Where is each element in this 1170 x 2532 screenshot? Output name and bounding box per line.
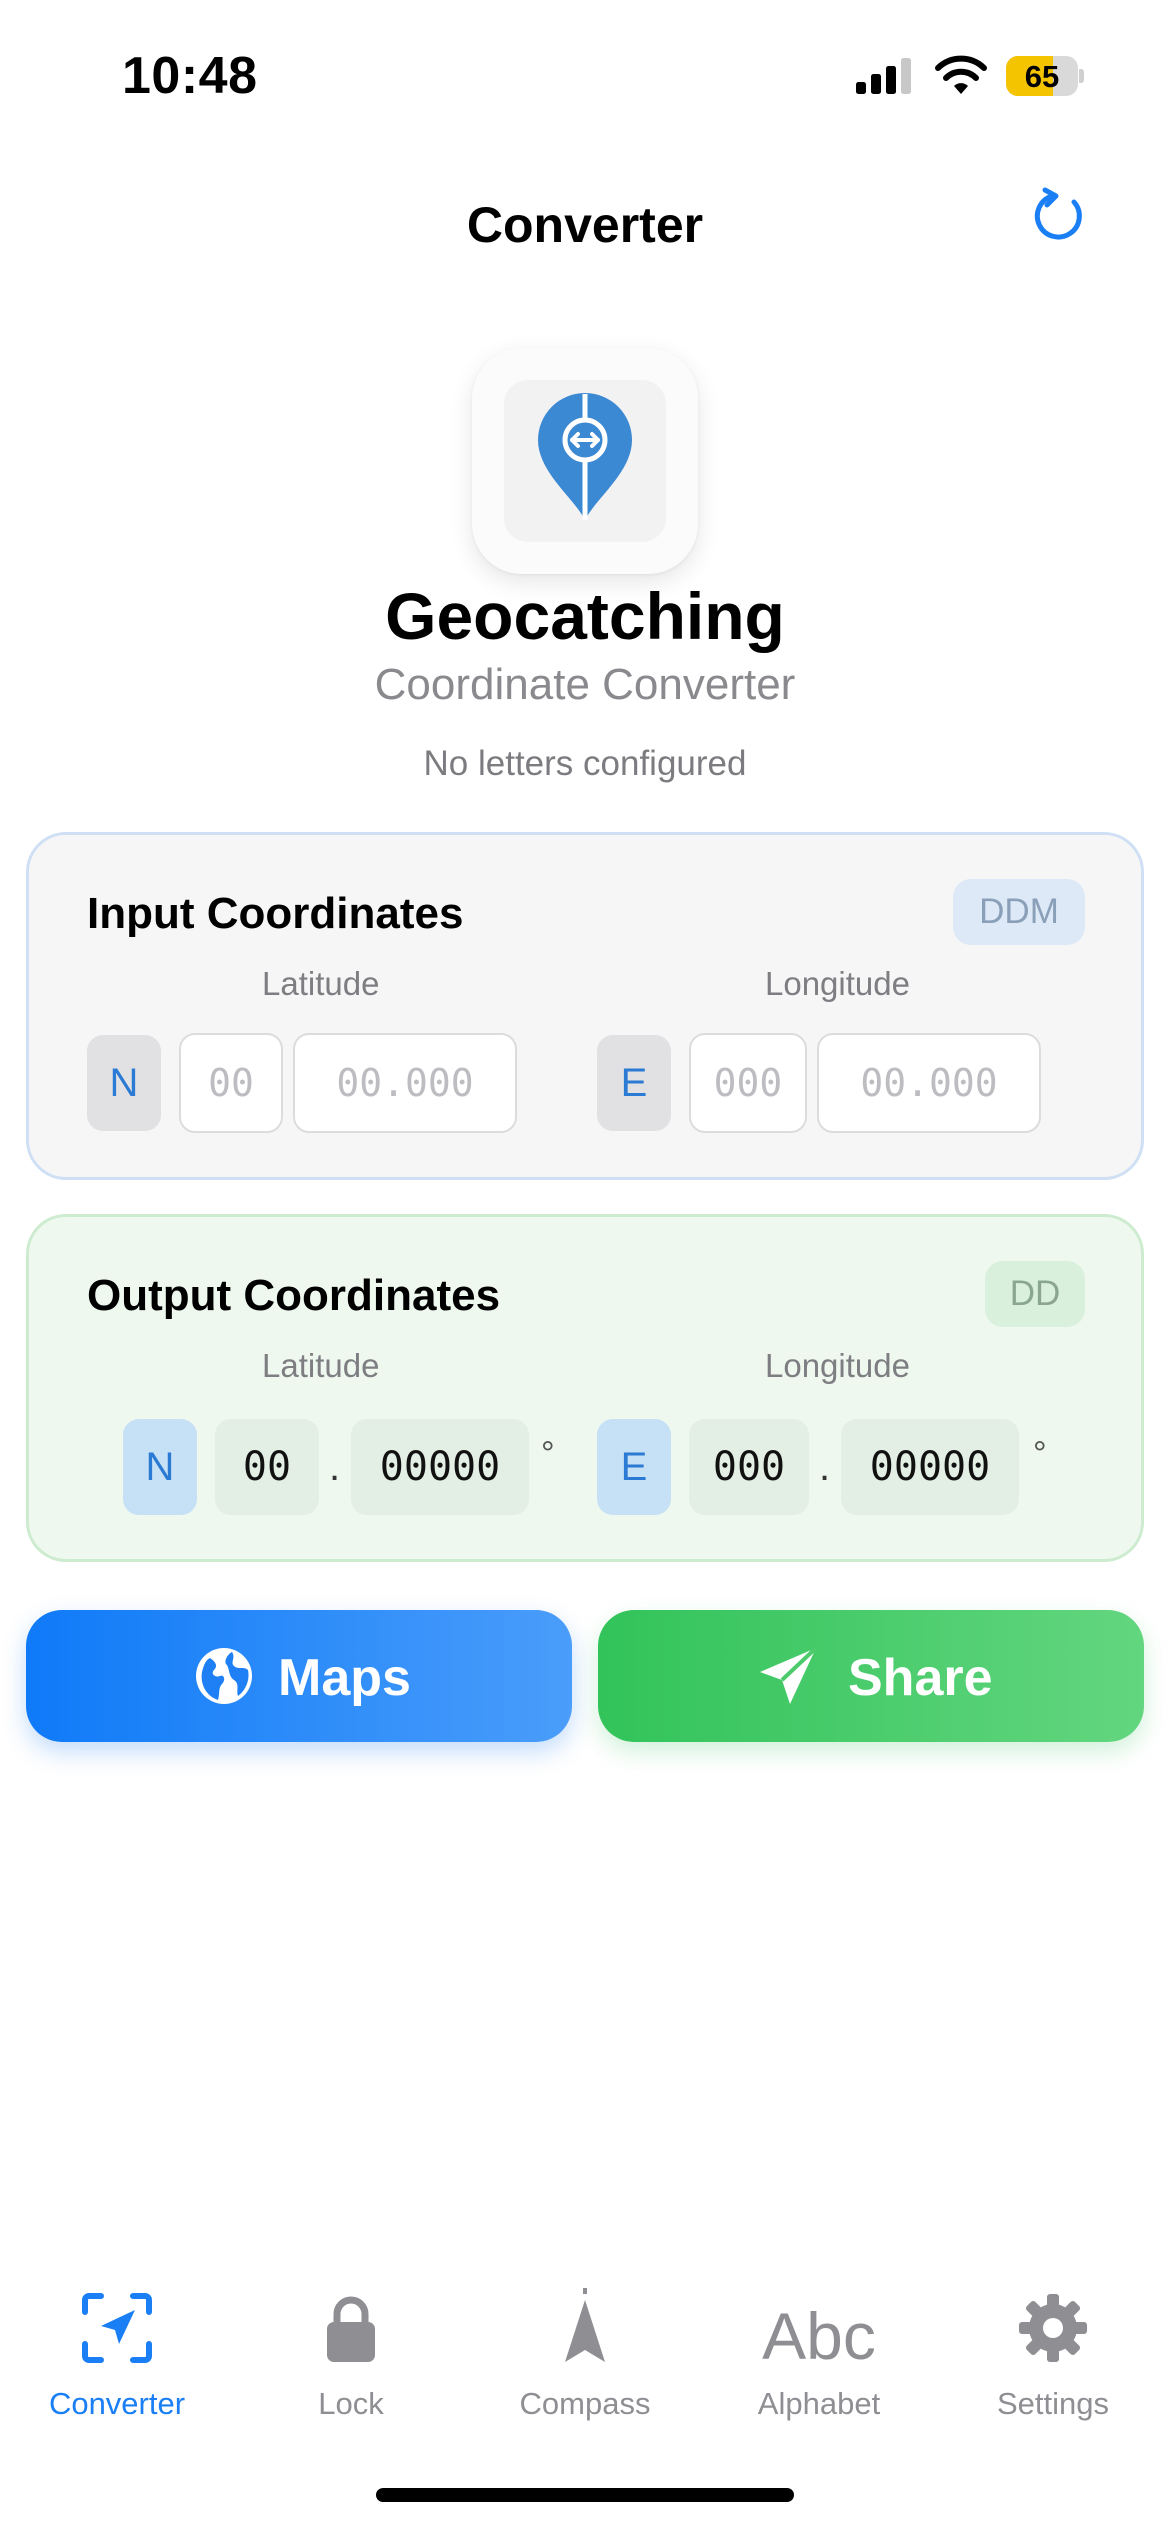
input-latitude-label: Latitude [262,965,380,1002]
map-pin-arrows-icon [538,393,632,520]
app-subtitle: Coordinate Converter [374,660,796,709]
tab-alphabet[interactable]: Abc Alphabet [702,2280,936,2440]
output-lon-integer: 000 [689,1419,809,1515]
tab-settings[interactable]: Settings [936,2280,1170,2440]
share-button-label: Share [848,1649,993,1707]
lock-icon [327,2296,375,2362]
cellular-signal-icon [856,58,911,94]
maps-button-label: Maps [278,1649,411,1707]
tab-compass-label: Compass [519,2386,651,2421]
output-lon-fraction: 00000 [841,1419,1019,1515]
output-lon-hemisphere: E [597,1419,671,1515]
tab-lock[interactable]: Lock [234,2280,468,2440]
output-longitude-label: Longitude [765,1347,910,1384]
page-title: Converter [466,197,704,253]
output-format-badge[interactable]: DD [985,1261,1085,1327]
output-lat-hemisphere: N [123,1419,197,1515]
battery-icon: 65 [1006,56,1084,96]
tab-compass[interactable]: Compass [468,2280,702,2440]
output-card-title: Output Coordinates [87,1271,501,1320]
output-coordinates-card: Output Coordinates DD Latitude Longitude… [26,1214,1144,1562]
compass-needle-icon [565,2288,605,2362]
input-lat-minutes-field[interactable]: 00.000 [293,1033,517,1133]
input-lat-hemisphere-button[interactable]: N [87,1035,161,1131]
abc-text-icon: Abc [762,2299,876,2373]
input-coordinates-card: Input Coordinates DDM Latitude Longitude… [26,832,1144,1180]
tab-bar: Converter Lock Compass Abc Alphabet Sett… [0,2280,1170,2440]
tab-converter-label: Converter [48,2386,186,2421]
status-bar: 10:48 65 [0,0,1170,150]
wifi-icon [935,55,987,94]
output-lon-decimal-point: . [819,1445,831,1489]
input-longitude-label: Longitude [765,965,910,1002]
paper-plane-icon [760,1646,818,1704]
refresh-icon[interactable] [1028,184,1092,248]
app-name: Geocatching [385,579,785,653]
gear-icon [1019,2294,1087,2362]
tab-converter[interactable]: Converter [0,2280,234,2440]
input-lon-minutes-field[interactable]: 00.000 [817,1033,1041,1133]
letters-status: No letters configured [423,744,747,783]
input-card-title: Input Coordinates [87,889,464,938]
input-lon-hemisphere-button[interactable]: E [597,1035,671,1131]
tab-lock-label: Lock [318,2386,384,2421]
input-lat-degrees-field[interactable]: 00 [179,1033,283,1133]
battery-percent: 65 [1024,59,1060,94]
output-lat-integer: 00 [215,1419,319,1515]
output-lat-fraction: 00000 [351,1419,529,1515]
location-arrow-viewfinder-icon [82,2293,152,2363]
input-format-badge[interactable]: DDM [953,879,1085,945]
output-latitude-label: Latitude [262,1347,380,1384]
output-lat-degree-symbol: ° [541,1435,555,1473]
status-time: 10:48 [122,47,258,105]
maps-button[interactable]: Maps [26,1610,572,1742]
output-lat-decimal-point: . [329,1445,341,1489]
tab-alphabet-label: Alphabet [757,2386,881,2421]
output-lon-degree-symbol: ° [1033,1435,1047,1473]
share-button[interactable]: Share [598,1610,1144,1742]
tab-settings-label: Settings [996,2386,1109,2421]
globe-icon [196,1648,252,1704]
home-indicator [376,2488,794,2502]
input-lon-degrees-field[interactable]: 000 [689,1033,807,1133]
app-icon [472,348,698,574]
